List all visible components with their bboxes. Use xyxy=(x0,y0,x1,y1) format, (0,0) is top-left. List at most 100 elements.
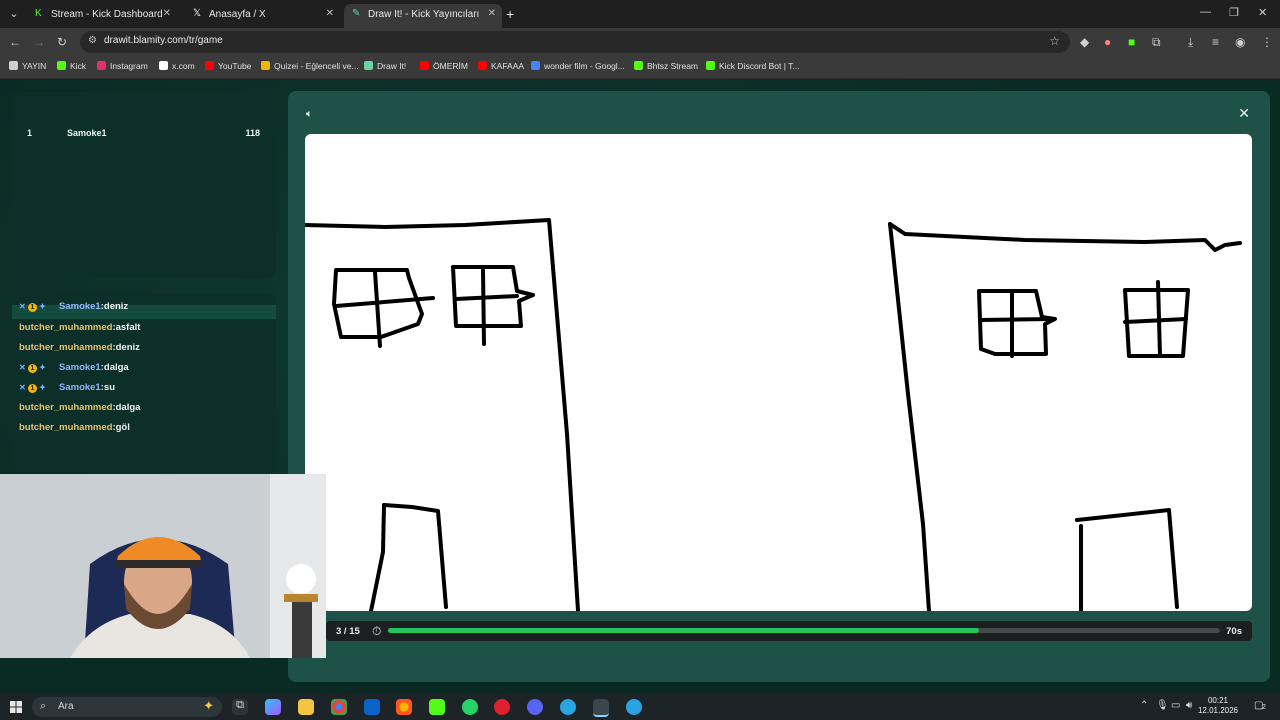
minimize-icon[interactable]: — xyxy=(1200,6,1211,18)
extension-diamond-icon[interactable]: ◆ xyxy=(1080,35,1089,49)
bookmark-item[interactable]: Instagram xyxy=(97,61,148,71)
chat-username[interactable]: Samoke1 xyxy=(59,362,101,373)
whatsapp-app-icon[interactable] xyxy=(462,699,478,715)
tab-label: Draw It! - Kick Yayıncıları İçin xyxy=(368,9,480,20)
extensions-puzzle-icon[interactable]: ⧉ xyxy=(1152,35,1161,49)
bookmark-item[interactable]: x.com xyxy=(159,61,195,71)
x-icon: 𝕏 xyxy=(193,8,202,19)
speaker-icon[interactable]: 🔊︎ xyxy=(1186,700,1192,711)
new-tab-icon[interactable]: + xyxy=(506,4,520,28)
extension-red-icon[interactable]: ● xyxy=(1104,35,1111,49)
address-bar[interactable]: ⚙ drawit.blamity.com/tr/game ☆ xyxy=(80,31,1070,53)
bookmark-favicon-icon xyxy=(478,61,487,70)
outlook-app-icon[interactable] xyxy=(364,699,380,715)
search-placeholder: Ara xyxy=(58,701,74,712)
network-icon[interactable]: ▭ xyxy=(1171,700,1180,711)
bookmark-label: ÖMERİM xyxy=(433,61,468,71)
bookmark-item[interactable]: Kick Discord Bot | T... xyxy=(706,61,799,71)
tab-close-icon[interactable]: ✕ xyxy=(163,4,171,24)
file-explorer-icon[interactable] xyxy=(298,699,314,715)
bookmark-favicon-icon xyxy=(9,61,18,70)
webcam-overlay xyxy=(0,474,326,658)
chat-message: butcher_muhammed:dalga xyxy=(19,402,140,413)
telegram-app-icon[interactable] xyxy=(560,699,576,715)
media-control-icon[interactable]: ≡ xyxy=(1212,35,1219,49)
profile-avatar-icon[interactable]: ◉ xyxy=(1235,35,1245,49)
bookmark-item[interactable]: Bhtsz Stream xyxy=(634,61,698,71)
bookmark-item[interactable]: Kick xyxy=(57,61,86,71)
pencil-icon: ✎ xyxy=(352,8,361,19)
chat-username[interactable]: butcher_muhammed xyxy=(19,422,112,433)
chat-username[interactable]: butcher_muhammed xyxy=(19,322,112,333)
close-window-icon[interactable]: ✕ xyxy=(1258,6,1267,19)
back-icon[interactable]: ← xyxy=(9,35,21,49)
tray-chevron-icon[interactable]: ⌃ xyxy=(1140,700,1148,711)
windows-start-icon[interactable] xyxy=(10,701,22,713)
tab-1[interactable]: K Stream - Kick Dashboard ✕ xyxy=(27,4,177,28)
taskbar-search[interactable]: ⌕ Ara ✦ xyxy=(32,697,222,717)
tab-search-chevron-icon[interactable]: ⌄ xyxy=(6,6,22,22)
bookmark-item[interactable]: Draw It! xyxy=(364,61,406,71)
bookmark-item[interactable]: ÖMERİM xyxy=(420,61,468,71)
chat-message: butcher_muhammed:göl xyxy=(19,422,130,433)
tab-close-icon[interactable]: ✕ xyxy=(488,4,496,24)
task-view-icon[interactable]: ⧉ xyxy=(232,699,248,715)
download-icon[interactable]: ⤓ xyxy=(1188,35,1193,49)
chat-message: butcher_muhammed:deniz xyxy=(19,342,140,353)
chat-text: göl xyxy=(115,422,130,433)
chat-badges-icon: ✕ 1 ✦ xyxy=(19,383,46,393)
site-info-icon[interactable]: ⚙ xyxy=(88,35,97,46)
bookmark-item[interactable]: KAFAAA xyxy=(478,61,524,71)
firefox-app-icon[interactable] xyxy=(396,699,412,715)
chat-username[interactable]: Samoke1 xyxy=(59,382,101,393)
bookmark-label: YouTube xyxy=(218,61,252,71)
leaderboard-row: 1 Samoke1 118 xyxy=(12,128,276,142)
tab-label: Anasayfa / X xyxy=(209,9,266,20)
close-game-icon[interactable]: ✕ xyxy=(1238,105,1250,122)
bookmark-item[interactable]: wonder film - Googl... xyxy=(531,61,625,71)
copilot-app-icon[interactable] xyxy=(265,699,281,715)
chat-message: butcher_muhammed:asfalt xyxy=(19,322,140,333)
microphone-icon[interactable]: 🎙︎ xyxy=(1156,700,1169,711)
menu-kebab-icon[interactable]: ⋮ xyxy=(1261,35,1273,49)
browser-toolbar: ← → ↻ ⚙ drawit.blamity.com/tr/game ☆ ◆ ●… xyxy=(0,28,1280,56)
chat-username[interactable]: Samoke1 xyxy=(59,301,101,312)
kick-app-icon[interactable] xyxy=(429,699,445,715)
clock[interactable]: 00:21 12.01.2026 xyxy=(1196,696,1240,716)
restore-icon[interactable]: ❐ xyxy=(1229,6,1239,19)
tab-3[interactable]: ✎ Draw It! - Kick Yayıncıları İçin ✕ xyxy=(344,4,502,28)
telegram-second-app-icon[interactable] xyxy=(626,699,642,715)
chat-username[interactable]: butcher_muhammed xyxy=(19,402,112,413)
timer-fill xyxy=(388,628,979,633)
drawing-strokes xyxy=(305,218,1242,611)
tab-label: Stream - Kick Dashboard xyxy=(51,9,163,20)
bookmark-label: Instagram xyxy=(110,61,148,71)
windows-taskbar: ⌕ Ara ✦ ⧉ ⌃ 🎙︎ ▭ 🔊︎ 00:21 12.01.2026 ▢ 2 xyxy=(0,694,1280,720)
drawing-canvas[interactable] xyxy=(305,134,1252,611)
volume-icon[interactable]: 🔈︎ xyxy=(306,108,313,121)
chat-text: dalga xyxy=(115,402,141,413)
extension-green-icon[interactable]: ■ xyxy=(1128,35,1135,49)
bookmark-star-icon[interactable]: ☆ xyxy=(1049,34,1060,48)
bookmark-item[interactable]: Quizei - Eğlenceli ve... xyxy=(261,61,359,71)
chat-panel: ✕ 1 ✦ Samoke1:deniz butcher_muhammed:asfa… xyxy=(12,293,276,473)
reload-icon[interactable]: ↻ xyxy=(57,35,67,49)
bookmark-item[interactable]: YAYIN xyxy=(9,61,46,71)
chat-text: dalga xyxy=(103,362,129,373)
chat-username[interactable]: butcher_muhammed xyxy=(19,342,112,353)
tab-close-icon[interactable]: ✕ xyxy=(326,4,334,24)
bookmark-item[interactable]: YouTube xyxy=(205,61,251,71)
chrome-app-icon[interactable] xyxy=(331,699,347,715)
bookmark-label: Draw It! xyxy=(377,61,407,71)
chat-message: ✕ 1 ✦ Samoke1:deniz xyxy=(19,301,128,312)
chat-message: ✕ 1 ✦ Samoke1:dalga xyxy=(19,362,129,373)
tab-2[interactable]: 𝕏 Anasayfa / X ✕ xyxy=(185,4,340,28)
bookmark-label: Kick Discord Bot | T... xyxy=(719,61,800,71)
leaderboard-rank: 1 xyxy=(27,128,33,138)
forward-icon[interactable]: → xyxy=(33,35,45,49)
opera-app-icon[interactable] xyxy=(494,699,510,715)
discord-app-icon[interactable] xyxy=(527,699,543,715)
chrome-active-app-icon[interactable] xyxy=(593,699,609,717)
bookmark-favicon-icon xyxy=(706,61,715,70)
time-left: 70s xyxy=(1226,626,1242,637)
